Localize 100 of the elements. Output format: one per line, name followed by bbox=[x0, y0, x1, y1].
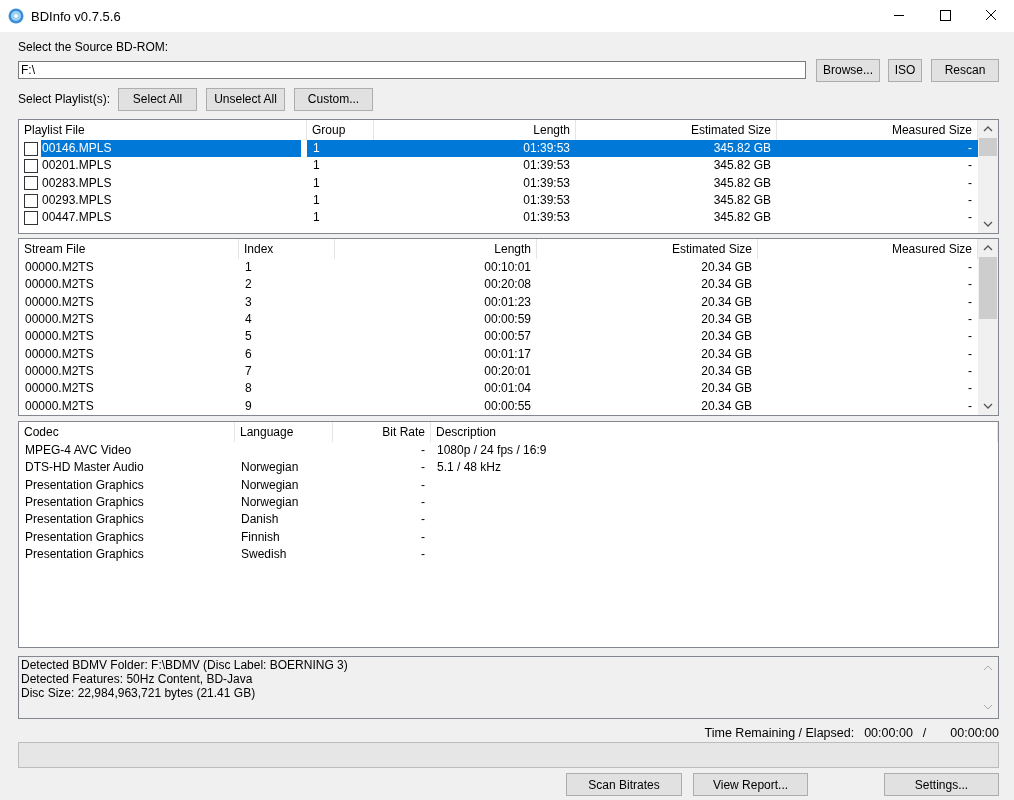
table-cell-text: Norwegian bbox=[240, 494, 300, 512]
table-cell-text: - bbox=[420, 528, 426, 546]
column-header[interactable]: Length bbox=[335, 239, 537, 259]
table-cell-text: 20.34 GB bbox=[700, 293, 753, 311]
table-cell-text: 5 bbox=[244, 328, 253, 346]
source-button[interactable]: Rescan bbox=[931, 58, 999, 82]
source-button[interactable]: Browse... bbox=[816, 58, 880, 82]
table-cell-text: 00:20:08 bbox=[483, 276, 532, 294]
checkbox[interactable] bbox=[24, 141, 38, 156]
table-cell-text: Norwegian bbox=[240, 476, 300, 494]
table-cell-text: 9 bbox=[244, 397, 253, 415]
table-cell-text: - bbox=[967, 140, 973, 158]
source-button[interactable]: ISO bbox=[888, 58, 922, 82]
table-cell-text: - bbox=[967, 259, 973, 277]
source-label: Select the Source BD-ROM: bbox=[18, 39, 170, 55]
table-cell-text: Danish bbox=[240, 511, 280, 529]
table-cell-text: - bbox=[420, 494, 426, 512]
playlist-row[interactable]: 00201.MPLS 1 01:39:53 345.82 GB - bbox=[19, 157, 978, 175]
table-cell-text: 00000.M2TS bbox=[24, 362, 95, 380]
table-cell-text: - bbox=[967, 192, 973, 210]
table-cell-text: - bbox=[967, 380, 973, 398]
table-cell: 00293.MPLS bbox=[41, 192, 113, 210]
view-report-button[interactable]: View Report... bbox=[693, 773, 808, 796]
table-cell-text: 00:20:01 bbox=[483, 362, 532, 380]
table-cell-text: 00000.M2TS bbox=[24, 397, 95, 415]
source-path-field[interactable]: F:\ bbox=[18, 61, 806, 79]
playlist-select-label: Select Playlist(s): bbox=[18, 91, 111, 107]
checkbox[interactable] bbox=[24, 158, 38, 173]
table-cell-text: 20.34 GB bbox=[700, 276, 753, 294]
table-cell-text: 00000.M2TS bbox=[24, 259, 95, 277]
table-cell: 00447.MPLS bbox=[41, 209, 113, 227]
table-cell-text: 1 bbox=[312, 174, 321, 192]
table-cell-text: 345.82 GB bbox=[712, 140, 772, 158]
info-line: Detected Features: 50Hz Content, BD-Java bbox=[21, 672, 254, 686]
table-cell-text: 20.34 GB bbox=[700, 259, 753, 277]
table-cell-text: 00000.M2TS bbox=[24, 380, 95, 398]
table-cell-text: - bbox=[967, 174, 973, 192]
playlist-button[interactable]: Custom... bbox=[294, 87, 374, 111]
table-cell-text: Presentation Graphics bbox=[24, 511, 145, 529]
table-cell-text: 1 bbox=[312, 140, 321, 158]
table-cell-text: 345.82 GB bbox=[712, 209, 772, 227]
table-cell-text: Presentation Graphics bbox=[24, 528, 145, 546]
table-cell-text: 00:01:04 bbox=[483, 380, 532, 398]
table-cell-text: 00000.M2TS bbox=[24, 345, 95, 363]
table-cell-text: 5.1 / 48 kHz bbox=[436, 459, 503, 477]
scroll-thumb[interactable] bbox=[979, 257, 997, 319]
table-cell-text: 7 bbox=[244, 362, 253, 380]
settings-button[interactable]: Settings... bbox=[884, 773, 999, 796]
table-cell-text: 4 bbox=[244, 311, 253, 329]
table-cell-text: 20.34 GB bbox=[700, 380, 753, 398]
column-header[interactable]: Bit Rate bbox=[333, 422, 431, 442]
table-cell: 00283.MPLS bbox=[41, 174, 113, 192]
table-cell-text: 00000.M2TS bbox=[24, 328, 95, 346]
table-cell-text: 345.82 GB bbox=[712, 174, 772, 192]
table-cell-text: - bbox=[967, 311, 973, 329]
column-header[interactable]: Codec bbox=[19, 422, 235, 442]
table-cell-text: 01:39:53 bbox=[522, 140, 571, 158]
table-cell-text: 20.34 GB bbox=[700, 311, 753, 329]
table-cell-text: 1080p / 24 fps / 16:9 bbox=[436, 442, 548, 460]
table-cell-text: 01:39:53 bbox=[522, 192, 571, 210]
table-cell-text: - bbox=[967, 157, 973, 175]
column-header[interactable]: Language bbox=[235, 422, 333, 442]
info-line: Disc Size: 22,984,963,721 bytes (21.41 GB) bbox=[21, 686, 257, 700]
column-header[interactable]: Index bbox=[239, 239, 335, 259]
column-header[interactable]: Stream File bbox=[19, 239, 239, 259]
table-cell-text: 00:01:23 bbox=[483, 293, 532, 311]
table-cell-text: 1 bbox=[312, 157, 321, 175]
scrollbar[interactable] bbox=[978, 239, 998, 415]
playlist-row[interactable]: 00293.MPLS 1 01:39:53 345.82 GB - bbox=[19, 191, 978, 210]
table-cell-text: Presentation Graphics bbox=[24, 476, 145, 494]
table-cell-text: 6 bbox=[244, 345, 253, 363]
checkbox[interactable] bbox=[24, 193, 38, 208]
table-cell-text: - bbox=[967, 345, 973, 363]
table-cell-text: 1 bbox=[244, 259, 253, 277]
table-cell-text: - bbox=[420, 459, 426, 477]
table-cell-text: 345.82 GB bbox=[712, 157, 772, 175]
time-separator: / bbox=[922, 725, 927, 741]
playlist-row[interactable]: 00447.MPLS 1 01:39:53 345.82 GB - bbox=[19, 209, 978, 227]
table-cell-text: - bbox=[420, 442, 426, 460]
playlist-button[interactable]: Select All bbox=[118, 87, 198, 111]
table-cell-text: 00000.M2TS bbox=[24, 311, 95, 329]
table-cell-text: - bbox=[967, 397, 973, 415]
playlist-row[interactable]: 00146.MPLS 1 01:39:53 345.82 GB - bbox=[19, 140, 978, 158]
scan-bitrates-button[interactable]: Scan Bitrates bbox=[566, 773, 682, 796]
table-cell-text: 20.34 GB bbox=[700, 362, 753, 380]
table-cell-text: 01:39:53 bbox=[522, 174, 571, 192]
scrollbar[interactable] bbox=[978, 120, 998, 233]
table-cell-text: 345.82 GB bbox=[712, 192, 772, 210]
table-cell-text: Presentation Graphics bbox=[24, 545, 145, 563]
disc-icon bbox=[8, 8, 24, 24]
column-header[interactable]: Description bbox=[431, 422, 998, 442]
column-header[interactable]: Estimated Size bbox=[537, 239, 758, 259]
window-title: BDInfo v0.7.5.6 bbox=[31, 8, 122, 24]
table-cell-text: DTS-HD Master Audio bbox=[24, 459, 145, 477]
playlist-button[interactable]: Unselect All bbox=[206, 87, 286, 111]
table-cell-text: Presentation Graphics bbox=[24, 494, 145, 512]
checkbox[interactable] bbox=[24, 210, 38, 225]
playlist-row[interactable]: 00283.MPLS 1 01:39:53 345.82 GB - bbox=[19, 174, 978, 192]
checkbox[interactable] bbox=[24, 176, 38, 191]
scroll-thumb[interactable] bbox=[979, 138, 997, 156]
